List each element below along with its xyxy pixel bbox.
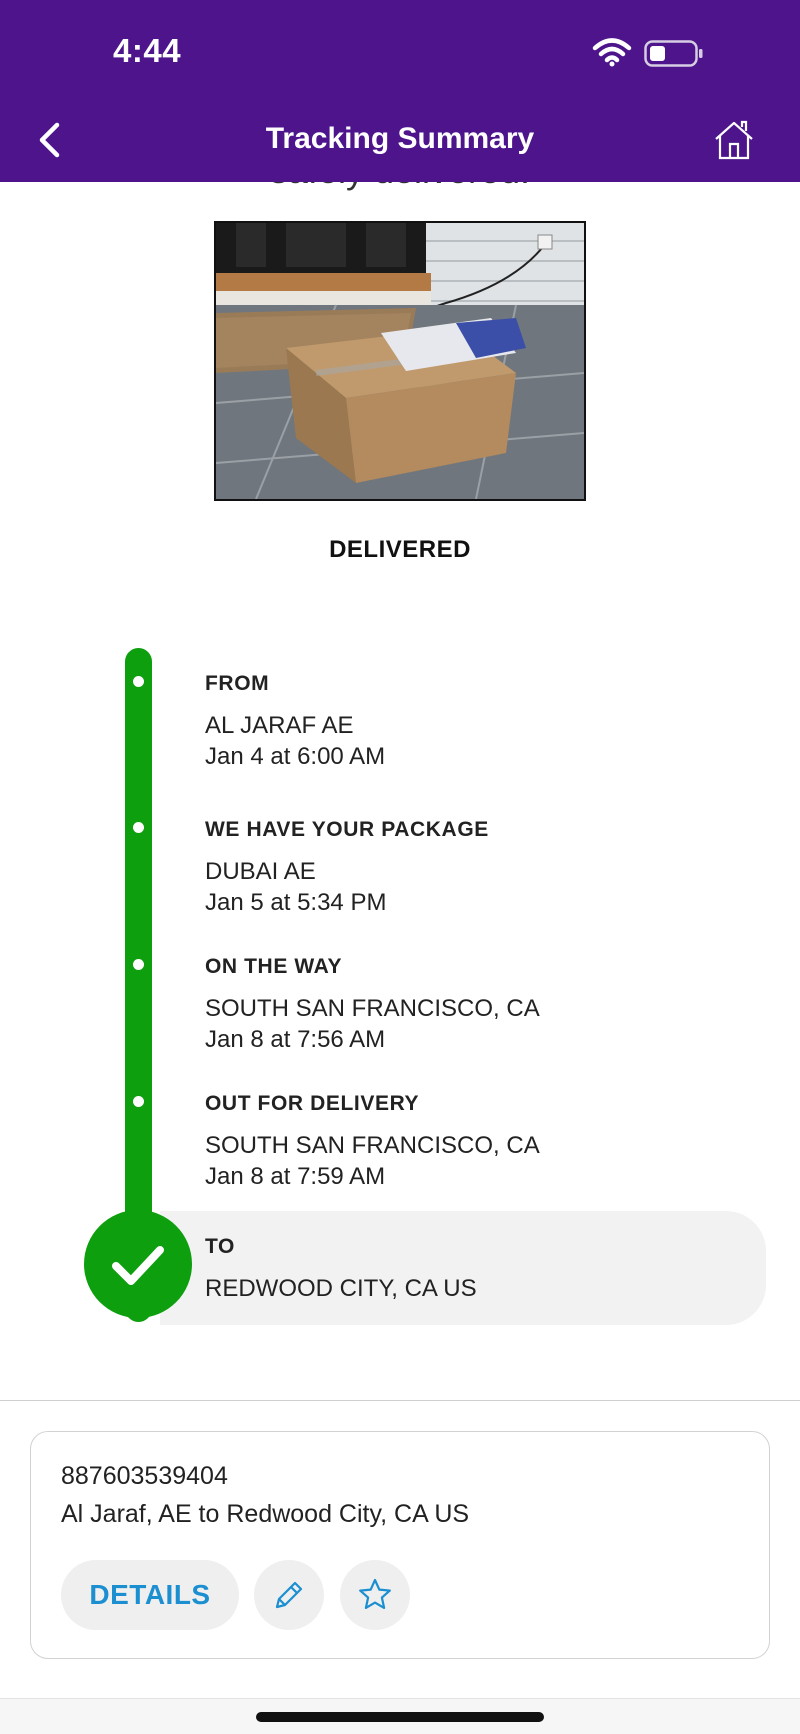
star-icon: [359, 1578, 391, 1609]
timeline-event-out-for-delivery: OUT FOR DELIVERY SOUTH SAN FRANCISCO, CA…: [205, 1092, 540, 1192]
edit-nickname-button[interactable]: [254, 1560, 324, 1630]
event-title: FROM: [205, 672, 270, 695]
event-time: Jan 4 at 6:00 AM: [205, 743, 386, 770]
shipment-card[interactable]: 887603539404 Al Jaraf, AE to Redwood Cit…: [30, 1431, 770, 1659]
battery-icon: [644, 40, 703, 67]
event-location: SOUTH SAN FRANCISCO, CA: [205, 1132, 540, 1159]
home-indicator[interactable]: [256, 1712, 544, 1722]
status-time: 4:44: [113, 32, 182, 69]
tracking-number: 887603539404: [61, 1462, 228, 1490]
app-header: 4:44 Tracking Summary: [0, 0, 800, 182]
event-title: TO: [205, 1235, 235, 1258]
wifi-icon: [592, 38, 632, 67]
event-time: Jan 5 at 5:34 PM: [205, 889, 387, 916]
event-location: AL JARAF AE: [205, 712, 354, 739]
timeline-event-picked-up: WE HAVE YOUR PACKAGE DUBAI AE Jan 5 at 5…: [205, 818, 489, 918]
event-location: SOUTH SAN FRANCISCO, CA: [205, 995, 540, 1022]
shipment-route: Al Jaraf, AE to Redwood City, CA US: [61, 1500, 470, 1528]
home-button[interactable]: [712, 118, 756, 162]
favorite-button[interactable]: [340, 1560, 410, 1630]
home-icon: [715, 120, 753, 160]
event-time: Jan 8 at 7:59 AM: [205, 1163, 386, 1190]
timeline-event-on-the-way: ON THE WAY SOUTH SAN FRANCISCO, CA Jan 8…: [205, 955, 540, 1055]
timeline-event-destination: TO REDWOOD CITY, CA US: [205, 1235, 477, 1304]
event-location: DUBAI AE: [205, 858, 316, 885]
page-title: Tracking Summary: [265, 122, 535, 155]
delivery-photo[interactable]: [214, 221, 586, 501]
checkmark-icon: [112, 1246, 164, 1285]
timeline-dot: [133, 1096, 144, 1107]
timeline-dot: [133, 959, 144, 970]
delivery-status: DELIVERED: [329, 536, 471, 563]
delivered-check-badge: [84, 1210, 192, 1318]
timeline-event-from: FROM AL JARAF AE Jan 4 at 6:00 AM: [205, 672, 385, 772]
event-title: ON THE WAY: [205, 955, 343, 978]
timeline-dot: [133, 822, 144, 833]
event-location: REDWOOD CITY, CA US: [205, 1275, 477, 1302]
timeline-dot: [133, 676, 144, 687]
event-title: WE HAVE YOUR PACKAGE: [205, 818, 489, 841]
package-on-doorstep-image: [216, 223, 584, 499]
event-title: OUT FOR DELIVERY: [205, 1092, 420, 1115]
details-button[interactable]: DETAILS: [61, 1560, 239, 1630]
event-time: Jan 8 at 7:56 AM: [205, 1026, 386, 1053]
pencil-icon: [275, 1581, 303, 1609]
section-divider: [0, 1400, 800, 1401]
